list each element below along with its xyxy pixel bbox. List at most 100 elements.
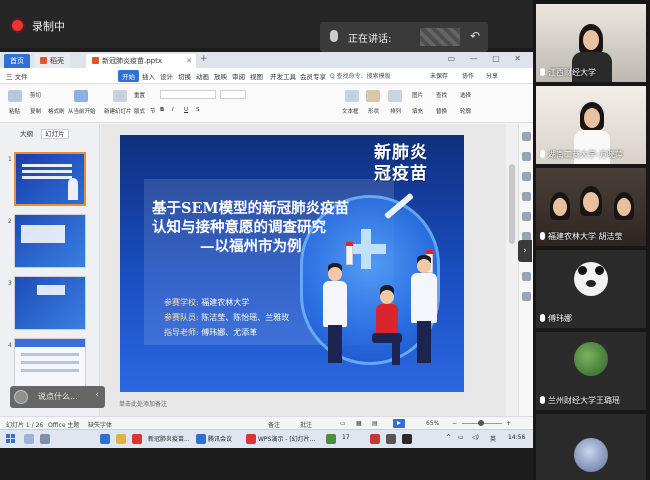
participant-tile[interactable]: 兰州财经大学王璐瑶 xyxy=(536,332,646,410)
slide-editor[interactable]: 新肺炎 冠疫苗 基于SEM模型的新冠肺炎疫苗 认知与接种意愿的调查研究 —以福州… xyxy=(101,124,506,424)
tray-chevron-icon[interactable]: ^ xyxy=(446,434,451,441)
font-size-select[interactable] xyxy=(220,90,246,99)
animation-icon[interactable] xyxy=(522,152,531,161)
tray-app-icon[interactable] xyxy=(402,434,412,444)
new-tab-icon[interactable]: + xyxy=(200,54,208,64)
italic-icon[interactable]: I xyxy=(172,107,174,113)
reading-view-icon[interactable]: ▤ xyxy=(372,420,378,427)
menu-review[interactable]: 审阅 xyxy=(232,71,245,81)
select-button[interactable]: 选择 xyxy=(460,91,471,99)
slide-thumbnail-2[interactable] xyxy=(14,214,86,268)
replace-button[interactable]: 替换 xyxy=(436,107,447,115)
menu-slideshow[interactable]: 放映 xyxy=(214,71,227,81)
chevron-left-icon[interactable]: ‹ xyxy=(95,390,99,400)
tab-home[interactable]: 首页 xyxy=(4,54,30,68)
text-box-icon[interactable] xyxy=(345,90,359,102)
unsaved-status[interactable]: 未保存 xyxy=(430,71,448,80)
design-icon[interactable] xyxy=(522,192,531,201)
zoom-in-icon[interactable]: + xyxy=(506,420,511,427)
window-controls[interactable]: ▭ — ▢ ✕ xyxy=(448,54,527,63)
slide-thumbnail-3[interactable] xyxy=(14,276,86,330)
play-slideshow-icon[interactable] xyxy=(393,419,405,428)
outline-button[interactable]: 轮廓 xyxy=(460,107,471,115)
input-language[interactable]: 英 xyxy=(490,434,496,443)
command-search[interactable]: Q 查找命令、搜索模板 xyxy=(330,71,420,81)
help-icon[interactable] xyxy=(522,272,531,281)
slide-scrollbar[interactable] xyxy=(506,124,518,424)
notes-area[interactable]: 单击此处添加备注 xyxy=(101,399,506,411)
section-button[interactable]: 节 xyxy=(150,107,156,115)
participant-tile[interactable]: 湖南工商大学-方晓萍 xyxy=(536,86,646,164)
participant-tile[interactable]: 傅玮娜 xyxy=(536,250,646,328)
menu-developer[interactable]: 开发工具 xyxy=(270,71,296,81)
menu-animation[interactable]: 动画 xyxy=(196,71,209,81)
sorter-view-icon[interactable]: ▦ xyxy=(356,420,362,427)
slide-thumbnail-4[interactable] xyxy=(14,338,86,392)
volume-icon[interactable]: ◁) xyxy=(472,434,479,441)
strikethrough-icon[interactable]: S xyxy=(196,107,200,113)
paste-icon[interactable] xyxy=(8,90,22,102)
font-family-select[interactable] xyxy=(160,90,216,99)
settings-icon[interactable] xyxy=(522,212,531,221)
app-icon[interactable] xyxy=(326,434,336,444)
comment-toggle[interactable]: 批注 xyxy=(300,420,312,429)
speaking-indicator[interactable]: 正在讲话: ↶ xyxy=(320,22,488,52)
fill-button[interactable]: 填充 xyxy=(412,107,423,115)
collaborate-button[interactable]: 协作 xyxy=(462,71,474,80)
zoom-out-icon[interactable]: − xyxy=(452,420,457,427)
search-icon[interactable] xyxy=(24,434,34,444)
picture-button[interactable]: 图片 xyxy=(412,91,423,99)
menu-insert[interactable]: 插入 xyxy=(142,71,155,81)
wps-icon[interactable] xyxy=(132,434,142,444)
clock[interactable]: 14:56 xyxy=(508,434,525,441)
tab-docer[interactable]: 稻壳 xyxy=(34,54,70,68)
transition-icon[interactable] xyxy=(522,172,531,181)
underline-icon[interactable]: U xyxy=(184,107,188,113)
network-icon[interactable]: ▭ xyxy=(458,434,464,441)
shape-icon[interactable] xyxy=(366,90,380,102)
menu-transition[interactable]: 切换 xyxy=(178,71,191,81)
participant-tile[interactable]: 江西财经大学 xyxy=(536,4,646,82)
find-button[interactable]: 查找 xyxy=(436,91,447,99)
normal-view-icon[interactable]: ▭ xyxy=(340,420,346,427)
task-view-icon[interactable] xyxy=(40,434,50,444)
close-tab-icon[interactable]: ✕ xyxy=(186,54,192,68)
edge-icon[interactable] xyxy=(100,434,110,444)
reset-button[interactable]: 重置 xyxy=(134,91,145,99)
tray-app-icon[interactable] xyxy=(386,434,396,444)
copy-button[interactable]: 复制 xyxy=(30,107,41,115)
menu-home[interactable]: 开始 xyxy=(118,70,139,82)
menu-design[interactable]: 设计 xyxy=(160,71,173,81)
notes-toggle[interactable]: 备注 xyxy=(268,420,280,429)
wps-show-icon[interactable] xyxy=(246,434,256,444)
folder-icon[interactable] xyxy=(116,434,126,444)
participant-tile[interactable]: 福建农林大学 胡洁莹 xyxy=(536,168,646,246)
taskbar-app-meeting[interactable]: 腾讯会议 xyxy=(208,434,232,443)
menu-view[interactable]: 视图 xyxy=(250,71,263,81)
scroll-thumb[interactable] xyxy=(509,164,515,244)
menu-file[interactable]: 三 文件 xyxy=(6,71,28,81)
format-brush-button[interactable]: 格式刷 xyxy=(48,107,65,115)
more-icon[interactable] xyxy=(522,292,531,301)
participant-tile[interactable] xyxy=(536,414,646,480)
slide-thumbnail-1[interactable] xyxy=(14,152,86,206)
missing-font-button[interactable]: 缺失字体 xyxy=(88,420,112,429)
collapse-icon[interactable]: ↶ xyxy=(470,29,480,43)
taskbar-app-pptx[interactable]: 新冠肺炎疫苗... xyxy=(148,434,190,443)
zoom-slider-handle[interactable] xyxy=(478,420,484,426)
tab-slides[interactable]: 幻灯片 xyxy=(41,129,69,139)
chat-input-overlay[interactable]: 说点什么... ‹ xyxy=(10,386,105,408)
current-slide[interactable]: 新肺炎 冠疫苗 基于SEM模型的新冠肺炎疫苗 认知与接种意愿的调查研究 —以福州… xyxy=(120,135,464,392)
taskbar-app-wps[interactable]: WPS演示 - [幻灯片... xyxy=(258,434,315,443)
share-button[interactable]: 分享 xyxy=(486,71,498,80)
windows-start-icon[interactable] xyxy=(6,434,16,444)
tray-app-icon[interactable] xyxy=(370,434,380,444)
cut-button[interactable]: 剪切 xyxy=(30,91,41,99)
arrange-icon[interactable] xyxy=(388,90,402,102)
zoom-level[interactable]: 65% xyxy=(426,420,439,427)
tab-document[interactable]: 新冠肺炎疫苗.pptx ✕ xyxy=(86,54,196,68)
new-slide-icon[interactable] xyxy=(113,90,127,102)
collapse-panel-icon[interactable]: › xyxy=(518,240,532,262)
layout-button[interactable]: 版式 xyxy=(134,107,145,115)
property-icon[interactable] xyxy=(522,132,531,141)
